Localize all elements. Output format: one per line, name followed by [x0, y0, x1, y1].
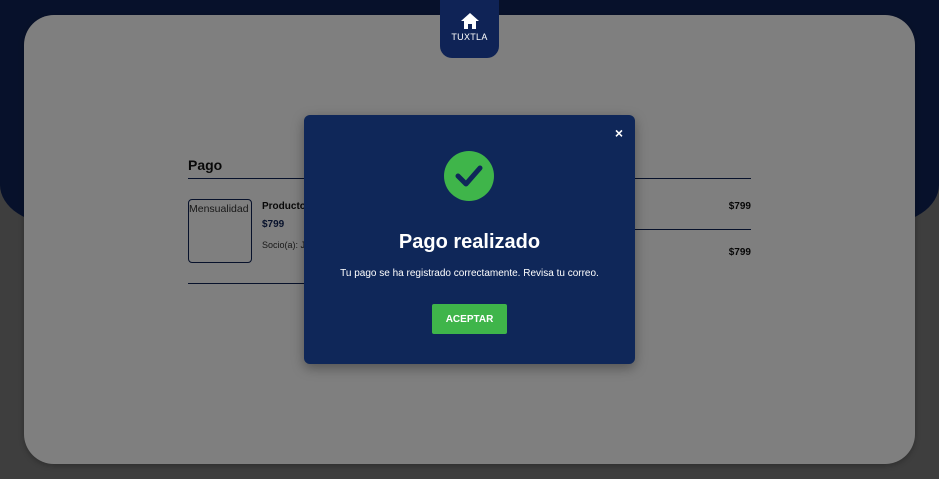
- dialog-title: Pago realizado: [398, 231, 541, 253]
- nav-home-label: TUXTLA: [451, 32, 488, 42]
- nav-home-tab[interactable]: TUXTLA: [440, 0, 499, 58]
- payment-success-dialog: × Pago realizado Tu pago se ha registrad…: [304, 115, 635, 364]
- close-icon[interactable]: ×: [615, 125, 623, 141]
- success-check-icon: [444, 151, 494, 201]
- dialog-message: Tu pago se ha registrado correctamente. …: [340, 268, 599, 279]
- home-icon: [460, 13, 479, 29]
- accept-button[interactable]: ACEPTAR: [432, 304, 507, 334]
